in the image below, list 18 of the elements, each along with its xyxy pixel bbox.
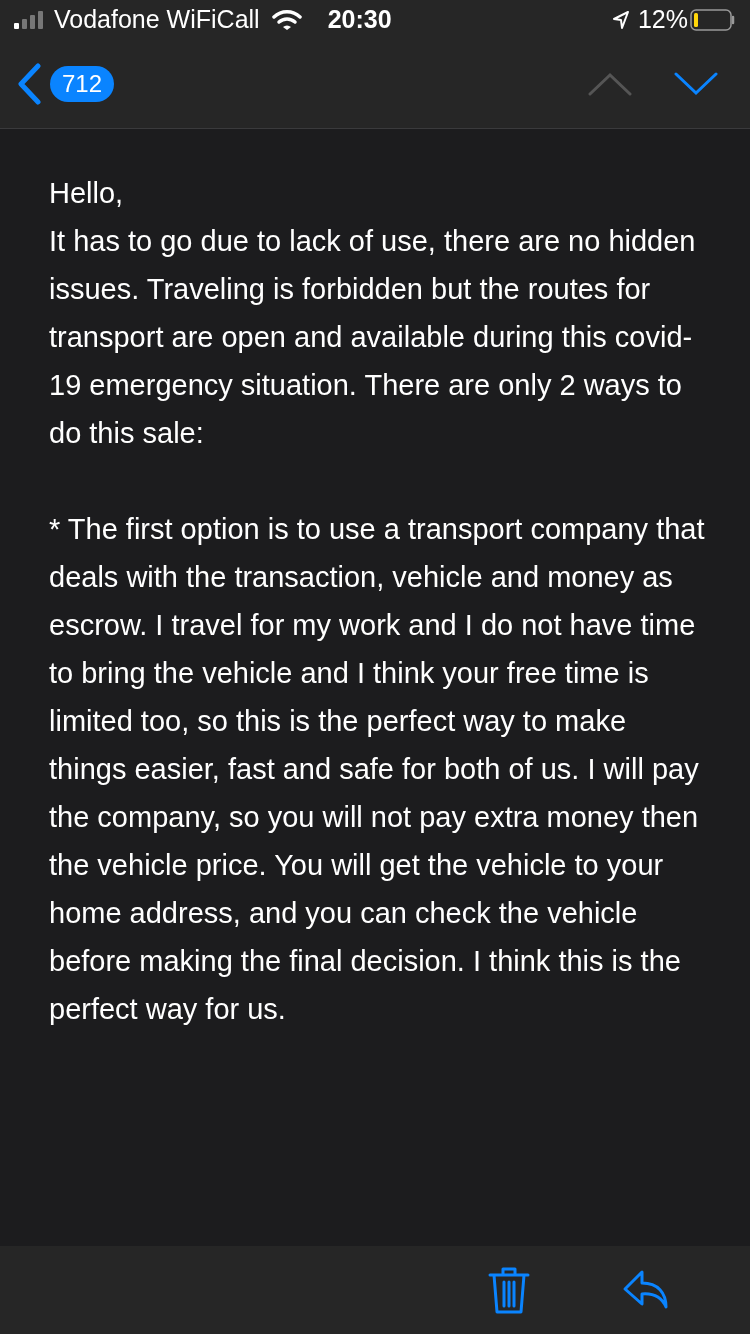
message-paragraph: * The first option is to use a transport company that deals with the transaction, vehicle and money as escrow. I travel for my work and I do not have time to bring the vehicle and I think your free time is limited too, so this is the perfect way to make things easier, fast and safe for both of us. I will pay the company, so you will not pay extra money then the vehicle price. You will get the vehicle to your home address, and you can check the vehicle before making the final decision. I think this is the perfect way for us. bbox=[49, 512, 706, 1027]
message-count-badge: 712 bbox=[50, 66, 115, 102]
next-message-button[interactable] bbox=[674, 72, 718, 96]
chevron-up-icon bbox=[588, 72, 632, 96]
clock-time: 20:30 bbox=[327, 4, 392, 36]
back-button[interactable]: 712 bbox=[16, 63, 115, 105]
location-icon bbox=[611, 10, 630, 30]
wifi-icon bbox=[271, 9, 302, 31]
reply-icon bbox=[622, 1269, 670, 1311]
battery-icon bbox=[690, 9, 736, 31]
chevron-down-icon bbox=[674, 72, 718, 96]
carrier-name: Vodafone WiFiCall bbox=[54, 4, 260, 36]
delete-button[interactable] bbox=[488, 1266, 530, 1314]
back-icon bbox=[16, 63, 42, 105]
message-paragraph: Hello, It has to go due to lack of use, there are no hidden issues. Traveling is forbidden but the routes for transport are open and available during this covid-19 emergency situation. There are only 2 ways to do this sale: bbox=[49, 176, 697, 451]
trash-icon bbox=[488, 1266, 530, 1314]
battery-percent: 12% bbox=[637, 4, 688, 36]
reply-button[interactable] bbox=[622, 1269, 670, 1311]
